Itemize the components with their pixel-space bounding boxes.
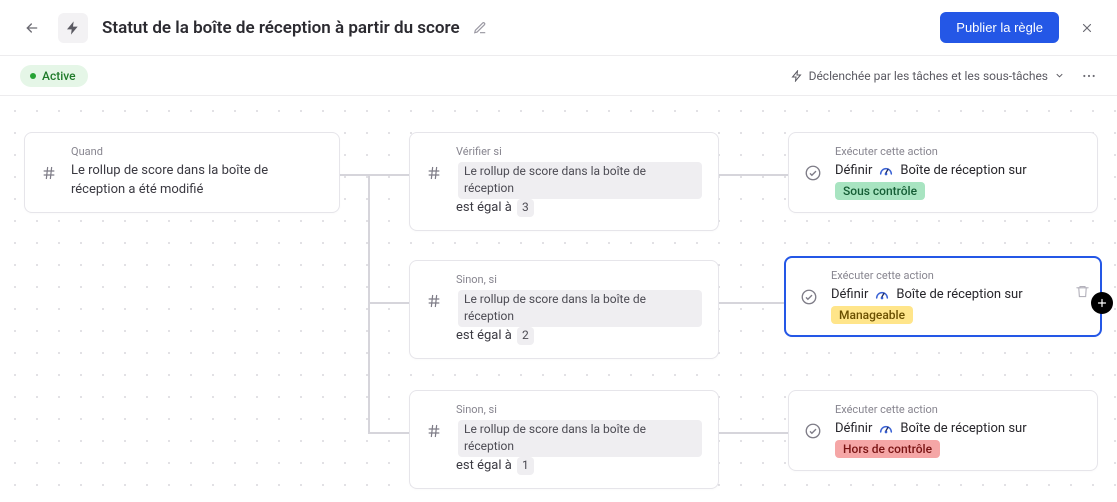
more-menu-button[interactable] xyxy=(1081,68,1097,84)
condition-card-2[interactable]: Sinon, si Le rollup de score dans la boî… xyxy=(409,260,719,359)
status-pill-out-of-control: Hors de contrôle xyxy=(835,440,940,458)
operator-text: est égal à xyxy=(456,458,512,473)
header-bar: Statut de la boîte de réception à partir… xyxy=(0,0,1117,56)
automation-canvas[interactable]: Quand Le rollup de score dans la boîte d… xyxy=(0,96,1117,502)
condition-text: Le rollup de score dans la boîte de réce… xyxy=(456,290,704,346)
bolt-icon xyxy=(791,70,803,82)
value-chip: 3 xyxy=(517,199,534,216)
status-pill-manageable: Manageable xyxy=(831,306,913,324)
action-label: Exécuter cette action xyxy=(835,145,1083,158)
value-chip: 1 xyxy=(517,457,534,474)
publish-button[interactable]: Publier la règle xyxy=(940,12,1059,43)
subheader-bar: Active Déclenchée par les tâches et les … xyxy=(0,56,1117,96)
property-chip: Le rollup de score dans la boîte de réce… xyxy=(458,290,702,327)
check-circle-icon xyxy=(797,285,821,309)
hash-icon xyxy=(422,161,446,185)
status-pill-under-control: Sous contrôle xyxy=(835,182,925,200)
action-card-2[interactable]: Exécuter cette action Définir Boîte de r… xyxy=(784,256,1102,337)
condition-label: Vérifier si xyxy=(456,145,704,158)
action-card-1[interactable]: Exécuter cette action Définir Boîte de r… xyxy=(788,132,1098,213)
gauge-icon xyxy=(878,420,894,436)
close-button[interactable] xyxy=(1077,18,1097,38)
condition-label: Sinon, si xyxy=(456,273,704,286)
edit-title-button[interactable] xyxy=(470,18,490,38)
hash-icon xyxy=(422,289,446,313)
action-verb: Définir xyxy=(831,287,868,302)
operator-text: est égal à xyxy=(456,200,512,215)
action-verb: Définir xyxy=(835,163,872,178)
property-chip: Le rollup de score dans la boîte de réce… xyxy=(458,162,702,199)
action-row: Définir Boîte de réception sur xyxy=(835,420,1083,436)
trigger-scope-label: Déclenchée par les tâches et les sous-tâ… xyxy=(809,69,1048,83)
back-button[interactable] xyxy=(20,16,44,40)
active-label: Active xyxy=(42,69,76,83)
automation-icon xyxy=(58,13,88,43)
trigger-card[interactable]: Quand Le rollup de score dans la boîte d… xyxy=(24,132,340,213)
action-property: Boîte de réception sur xyxy=(896,287,1022,302)
action-row: Définir Boîte de réception sur xyxy=(835,162,1083,178)
action-row: Définir Boîte de réception sur xyxy=(831,286,1087,302)
condition-card-1[interactable]: Vérifier si Le rollup de score dans la b… xyxy=(409,132,719,231)
delete-action-button[interactable] xyxy=(1075,284,1090,303)
chevron-down-icon xyxy=(1054,70,1065,81)
action-card-3[interactable]: Exécuter cette action Définir Boîte de r… xyxy=(788,390,1098,471)
action-property: Boîte de réception sur xyxy=(900,163,1026,178)
action-property: Boîte de réception sur xyxy=(900,421,1026,436)
condition-text: Le rollup de score dans la boîte de réce… xyxy=(456,420,704,476)
hash-icon xyxy=(422,419,446,443)
action-label: Exécuter cette action xyxy=(831,269,1087,282)
trigger-text: Le rollup de score dans la boîte de réce… xyxy=(71,162,325,200)
operator-text: est égal à xyxy=(456,328,512,343)
check-circle-icon xyxy=(801,419,825,443)
condition-label: Sinon, si xyxy=(456,403,704,416)
property-chip: Le rollup de score dans la boîte de réce… xyxy=(458,420,702,457)
trigger-scope-dropdown[interactable]: Déclenchée par les tâches et les sous-tâ… xyxy=(791,69,1065,83)
check-circle-icon xyxy=(801,161,825,185)
value-chip: 2 xyxy=(517,327,534,344)
action-verb: Définir xyxy=(835,421,872,436)
condition-card-3[interactable]: Sinon, si Le rollup de score dans la boî… xyxy=(409,390,719,489)
active-badge: Active xyxy=(20,65,88,87)
rule-title: Statut de la boîte de réception à partir… xyxy=(102,18,460,38)
gauge-icon xyxy=(874,286,890,302)
gauge-icon xyxy=(878,162,894,178)
trigger-label: Quand xyxy=(71,145,325,158)
hash-icon xyxy=(37,161,61,185)
action-label: Exécuter cette action xyxy=(835,403,1083,416)
condition-text: Le rollup de score dans la boîte de réce… xyxy=(456,162,704,218)
add-step-button[interactable] xyxy=(1091,292,1113,314)
